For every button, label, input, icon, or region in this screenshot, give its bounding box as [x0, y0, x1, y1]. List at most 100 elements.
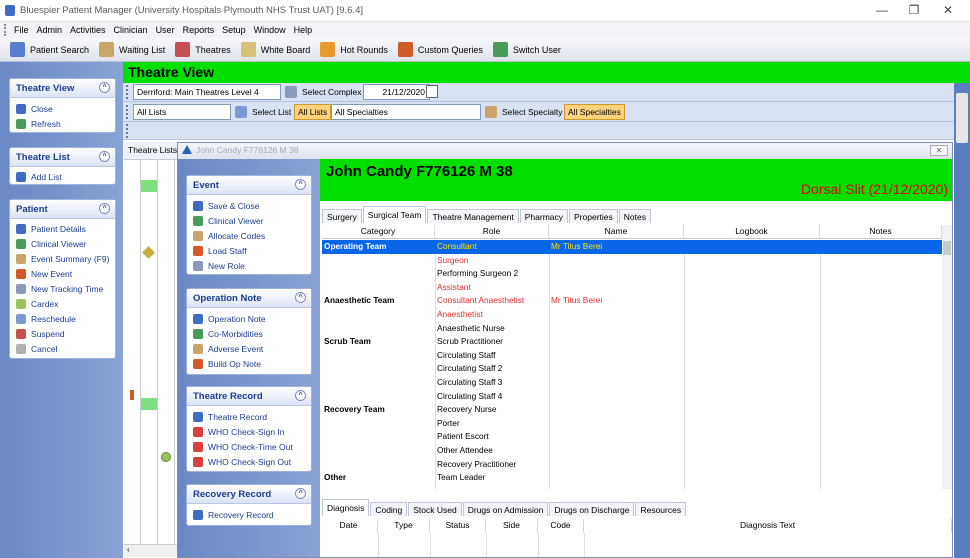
menu-file[interactable]: File — [14, 25, 29, 35]
toolbar-grip[interactable] — [126, 85, 129, 99]
collapse-chevron-icon[interactable]: ^ — [295, 292, 306, 303]
toolbar-grip[interactable] — [126, 124, 129, 138]
operation-note-item-co-morbidities[interactable]: Co-Morbidities — [187, 326, 311, 341]
all-lists-badge[interactable]: All Lists — [294, 104, 332, 120]
theatre-record-item-who-check-sign-in[interactable]: WHO Check-Sign In — [187, 424, 311, 439]
table-row[interactable]: Scrub Team Scrub Practitioner — [322, 335, 942, 349]
recovery-record-panel-header[interactable]: Recovery Record ^ — [187, 485, 311, 504]
patient-item-patient-details[interactable]: Patient Details — [10, 221, 115, 236]
collapse-chevron-icon[interactable]: ^ — [295, 390, 306, 401]
complex-field[interactable]: Derriford: Main Theatres Level 4 — [133, 84, 281, 100]
theatre-record-panel-header[interactable]: Theatre Record ^ — [187, 387, 311, 406]
tab-surgery[interactable]: Surgery — [322, 209, 362, 223]
note-icon[interactable] — [142, 246, 155, 259]
column-header-type[interactable]: Type — [378, 519, 430, 533]
tab-notes[interactable]: Notes — [618, 209, 651, 223]
column-header-notes[interactable]: Notes — [820, 225, 942, 239]
table-row[interactable]: Recovery Team Recovery Nurse — [322, 403, 942, 417]
toolbar-custom-queries-button[interactable]: Custom Queries — [397, 42, 483, 57]
tab-properties[interactable]: Properties — [569, 209, 618, 223]
patient-item-clinical-viewer[interactable]: Clinical Viewer — [10, 236, 115, 251]
column-header-name[interactable]: Name — [549, 225, 684, 239]
date-field[interactable]: 21/12/2020 — [363, 84, 430, 100]
operation-note-item-adverse-event[interactable]: Adverse Event — [187, 341, 311, 356]
patient-item-suspend[interactable]: Suspend — [10, 326, 115, 341]
session-block[interactable] — [141, 398, 157, 410]
column-header-status[interactable]: Status — [430, 519, 486, 533]
patient-item-new-event[interactable]: New Event — [10, 266, 115, 281]
toolbar-switch-user-button[interactable]: Switch User — [492, 42, 561, 57]
menu-admin[interactable]: Admin — [37, 25, 63, 35]
tab-diagnosis[interactable]: Diagnosis — [322, 499, 370, 516]
table-row[interactable]: Anaesthetist — [322, 308, 942, 322]
event-item-new-role[interactable]: New Role — [187, 258, 311, 273]
tab-drugs-on-discharge[interactable]: Drugs on Discharge — [549, 502, 635, 516]
toolbar-hot-rounds-button[interactable]: Hot Rounds — [320, 42, 388, 57]
surgical-team-scrollbar[interactable] — [942, 225, 952, 489]
all-specialties-badge[interactable]: All Specialties — [564, 104, 625, 120]
column-header-diagnosis-text[interactable]: Diagnosis Text — [584, 519, 952, 533]
minimize-icon[interactable]: — — [874, 3, 890, 17]
table-row[interactable]: Patient Escort — [322, 430, 942, 444]
menu-clinician[interactable]: Clinician — [114, 25, 148, 35]
column-header-side[interactable]: Side — [486, 519, 538, 533]
table-row[interactable]: Other Attendee — [322, 444, 942, 458]
table-row[interactable]: Other Team Leader — [322, 471, 942, 485]
theatre-view-item-close[interactable]: Close — [10, 101, 115, 116]
event-item-allocate-codes[interactable]: Allocate Codes — [187, 228, 311, 243]
patient-item-new-tracking-time[interactable]: New Tracking Time — [10, 281, 115, 296]
theatre-record-item-who-check-sign-out[interactable]: WHO Check-Sign Out — [187, 454, 311, 469]
tab-pharmacy[interactable]: Pharmacy — [519, 209, 569, 223]
specialties-field[interactable]: All Specialties — [331, 104, 481, 120]
event-item-save-close[interactable]: Save & Close — [187, 198, 311, 213]
theatre-list-item-add-list[interactable]: Add List — [10, 169, 115, 184]
theatre-list-panel-header[interactable]: Theatre List ^ — [10, 148, 115, 167]
right-scroll-thumb[interactable] — [956, 93, 968, 143]
tab-surgical-team[interactable]: Surgical Team — [362, 206, 427, 223]
operation-note-panel-header[interactable]: Operation Note ^ — [187, 289, 311, 308]
patient-item-cardex[interactable]: Cardex — [10, 296, 115, 311]
column-header-logbook[interactable]: Logbook — [684, 225, 820, 239]
select-complex-button[interactable]: Select Complex — [285, 84, 362, 100]
menu-help[interactable]: Help — [294, 25, 313, 35]
table-row[interactable]: Circulating Staff 4 — [322, 390, 942, 404]
maximize-icon[interactable]: ❐ — [906, 3, 922, 17]
horizontal-scrollbar[interactable]: ‹ — [124, 544, 178, 557]
session-block[interactable] — [141, 180, 157, 192]
table-row[interactable]: Circulating Staff 3 — [322, 376, 942, 390]
table-row[interactable]: Recovery Practitioner — [322, 458, 942, 472]
patient-item-cancel[interactable]: Cancel — [10, 341, 115, 356]
tab-stock-used[interactable]: Stock Used — [408, 502, 462, 516]
table-row[interactable]: Performing Surgeon 2 — [322, 267, 942, 281]
menu-activities[interactable]: Activities — [70, 25, 106, 35]
table-row[interactable]: Circulating Staff 2 — [322, 362, 942, 376]
event-item-clinical-viewer[interactable]: Clinical Viewer — [187, 213, 311, 228]
patient-item-reschedule[interactable]: Reschedule — [10, 311, 115, 326]
collapse-chevron-icon[interactable]: ^ — [99, 203, 110, 214]
toolbar-patient-search-button[interactable]: Patient Search — [10, 42, 89, 57]
calendar-icon[interactable] — [426, 85, 438, 98]
tab-drugs-on-admission[interactable]: Drugs on Admission — [462, 502, 549, 516]
column-header-role[interactable]: Role — [435, 225, 549, 239]
menu-reports[interactable]: Reports — [183, 25, 215, 35]
collapse-chevron-icon[interactable]: ^ — [295, 179, 306, 190]
status-dot-icon[interactable] — [161, 452, 171, 462]
event-panel-header[interactable]: Event ^ — [187, 176, 311, 195]
column-header-category[interactable]: Category — [322, 225, 435, 239]
menu-window[interactable]: Window — [254, 25, 286, 35]
toolbar-theatres-button[interactable]: Theatres — [175, 42, 231, 57]
scroll-thumb[interactable] — [943, 241, 951, 255]
table-row[interactable]: Circulating Staff — [322, 349, 942, 363]
tab-resources[interactable]: Resources — [635, 502, 687, 516]
column-header-code[interactable]: Code — [538, 519, 584, 533]
operation-note-item-operation-note[interactable]: Operation Note — [187, 311, 311, 326]
table-row[interactable]: Assistant — [322, 281, 942, 295]
menu-setup[interactable]: Setup — [222, 25, 246, 35]
event-item-load-staff[interactable]: Load Staff — [187, 243, 311, 258]
theatre-view-panel-header[interactable]: Theatre View ^ — [10, 79, 115, 98]
toolbar-grip[interactable] — [126, 105, 129, 119]
tab-theatre-management[interactable]: Theatre Management — [427, 209, 519, 223]
theatre-view-item-refresh[interactable]: Refresh — [10, 116, 115, 131]
collapse-chevron-icon[interactable]: ^ — [99, 151, 110, 162]
patient-window-close-icon[interactable]: ✕ — [930, 145, 948, 156]
